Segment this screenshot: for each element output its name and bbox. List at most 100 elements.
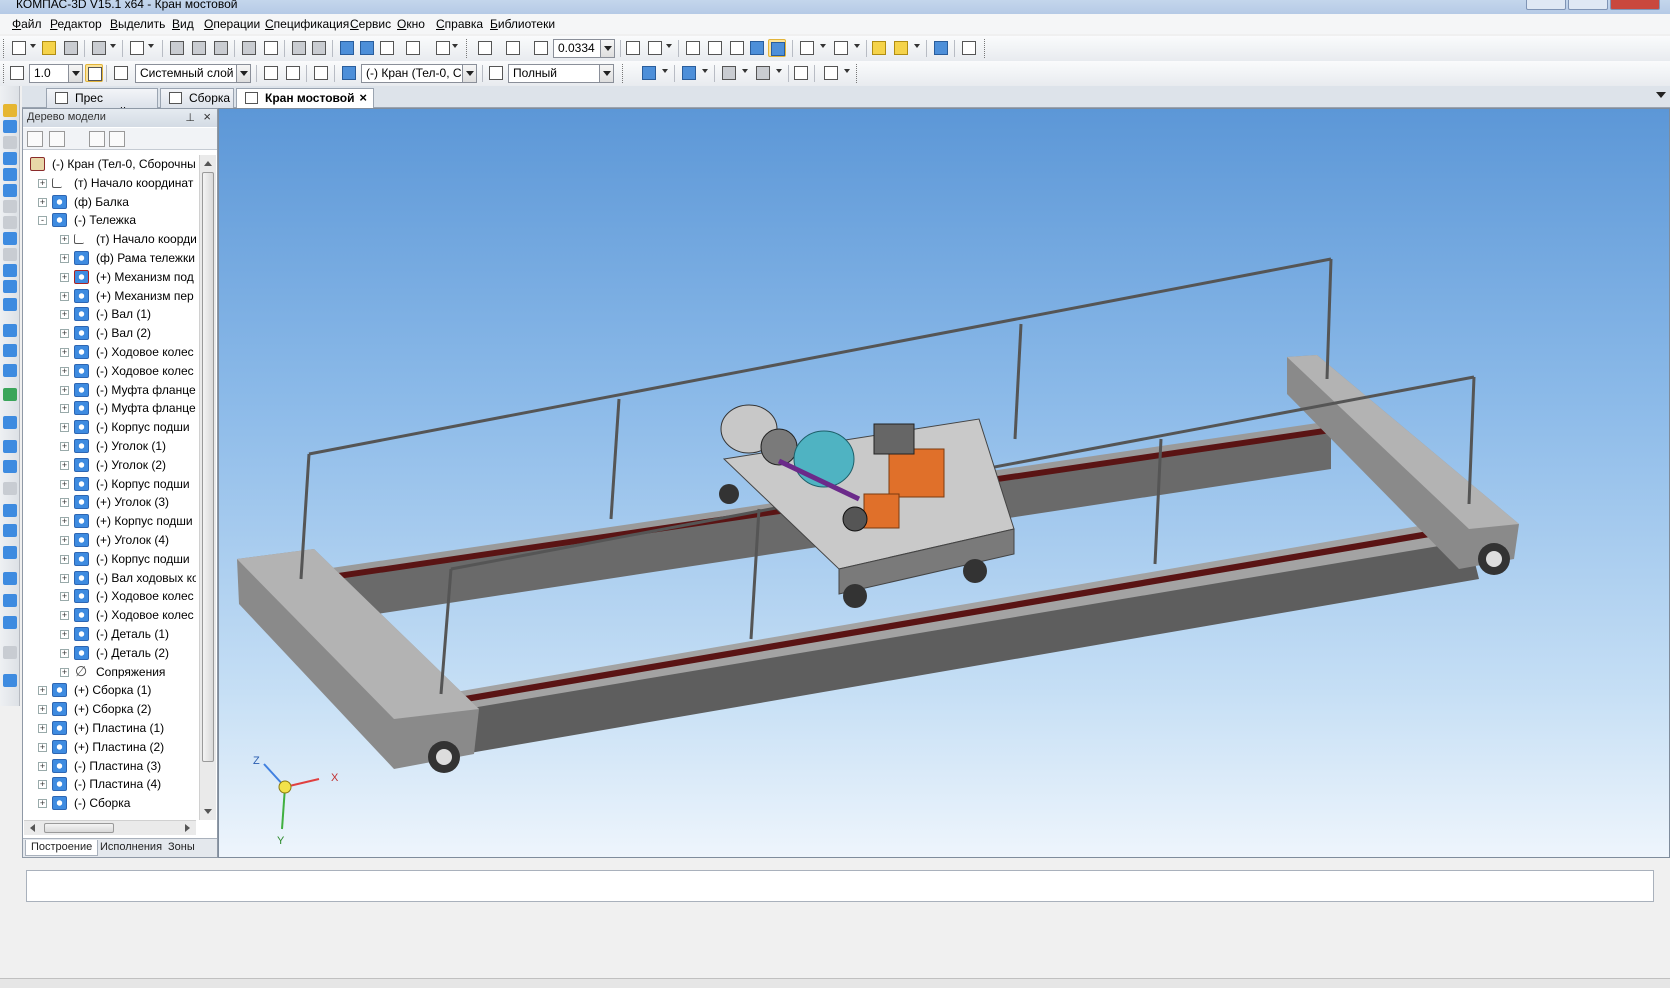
- sheet-icon[interactable]: [3, 364, 17, 377]
- toolbar-grip[interactable]: [3, 39, 6, 58]
- expand-icon[interactable]: +: [60, 254, 69, 263]
- tree-item[interactable]: + (-) Корпус подши: [24, 550, 196, 568]
- maximize-button[interactable]: [1568, 0, 1608, 10]
- menu-file[interactable]: Файл: [12, 17, 42, 31]
- color-dropdown-icon[interactable]: [702, 69, 708, 76]
- expand-icon[interactable]: +: [60, 272, 69, 282]
- tree-item[interactable]: + (-) Муфта фланце: [24, 381, 196, 399]
- snap-icon[interactable]: [85, 64, 103, 82]
- function-fx-icon[interactable]: [378, 39, 396, 57]
- tree-item[interactable]: + (-) Деталь (2): [24, 644, 196, 662]
- chamfer-icon[interactable]: [3, 546, 17, 559]
- lock-icon[interactable]: [3, 646, 17, 659]
- menu-service[interactable]: Сервис: [350, 17, 391, 31]
- hidden-lines-icon[interactable]: [706, 39, 724, 57]
- save-icon[interactable]: [62, 39, 80, 57]
- expand-icon[interactable]: +: [38, 724, 47, 733]
- 3d-viewport[interactable]: X Z Y: [218, 108, 1670, 858]
- undo-icon[interactable]: [290, 39, 308, 57]
- cable-icon[interactable]: [3, 440, 17, 453]
- mass-properties-icon[interactable]: [720, 64, 738, 82]
- sketch-icon[interactable]: [3, 324, 17, 337]
- tree-item[interactable]: + (-) Пластина (4): [24, 775, 196, 793]
- perspective-icon[interactable]: [892, 39, 910, 57]
- edit-assembly-icon[interactable]: [3, 104, 17, 117]
- expand-icon[interactable]: +: [60, 385, 69, 395]
- expand-icon[interactable]: +: [60, 310, 69, 320]
- halftone-edges-icon[interactable]: [768, 39, 786, 57]
- menu-edit[interactable]: Редактор: [50, 17, 102, 31]
- expand-icon[interactable]: +: [60, 479, 69, 489]
- expand-icon[interactable]: +: [60, 667, 69, 677]
- print-dropdown-icon[interactable]: [110, 44, 116, 51]
- scroll-down-icon[interactable]: [204, 809, 212, 818]
- zoom-scale-icon[interactable]: [532, 39, 550, 57]
- minimize-button[interactable]: [1526, 0, 1566, 10]
- view-mode-icon[interactable]: [487, 64, 505, 82]
- zoom-all-icon[interactable]: [476, 39, 494, 57]
- annotation-dropdown-icon[interactable]: [844, 69, 850, 76]
- tree-tool-icon[interactable]: [3, 280, 17, 293]
- scroll-right-icon[interactable]: [185, 824, 194, 832]
- new-dropdown-icon[interactable]: [30, 44, 36, 51]
- coordinate-system-icon[interactable]: [262, 64, 280, 82]
- view-mode-combo[interactable]: Полный: [508, 64, 614, 83]
- material-dropdown-icon[interactable]: [662, 69, 668, 76]
- format-brush-icon[interactable]: [240, 39, 258, 57]
- tree-item[interactable]: + (-) Вал ходовых ко: [24, 569, 196, 587]
- tree-item[interactable]: + (-) Ходовое колес: [24, 362, 196, 380]
- rib-icon[interactable]: [3, 594, 17, 607]
- preview-dropdown-icon[interactable]: [148, 44, 154, 51]
- expand-icon[interactable]: +: [60, 592, 69, 602]
- menu-window[interactable]: Окно: [397, 17, 425, 31]
- hscroll-thumb[interactable]: [44, 823, 114, 833]
- rotate-tool-icon[interactable]: [3, 298, 17, 311]
- tree-item[interactable]: + (-) Пластина (3): [24, 757, 196, 775]
- properties-icon[interactable]: [262, 39, 280, 57]
- view-mode-dropdown-icon[interactable]: [599, 65, 613, 82]
- orientation-cs-icon[interactable]: [312, 64, 330, 82]
- analysis-icon[interactable]: [3, 388, 17, 401]
- zoom-window-icon[interactable]: [504, 39, 522, 57]
- tree-item[interactable]: + (-) Муфта фланце: [24, 399, 196, 417]
- expand-icon[interactable]: +: [60, 291, 69, 301]
- tree-item[interactable]: (-) Кран (Тел-0, Сборочны: [24, 155, 196, 173]
- expand-icon[interactable]: +: [60, 348, 69, 357]
- color-icon[interactable]: [680, 64, 698, 82]
- tree-item[interactable]: + (-) Деталь (1): [24, 625, 196, 643]
- expand-icon[interactable]: +: [60, 630, 69, 639]
- insert-dropdown-icon[interactable]: [776, 69, 782, 76]
- tree-item[interactable]: + (+) Уголок (4): [24, 531, 196, 549]
- new-document-icon[interactable]: [10, 39, 28, 57]
- annotation-icon[interactable]: [822, 64, 840, 82]
- paste-icon[interactable]: [212, 39, 230, 57]
- scroll-up-icon[interactable]: [204, 157, 212, 166]
- expand-icon[interactable]: +: [60, 235, 69, 245]
- preview-icon[interactable]: [128, 39, 146, 57]
- edit-component-icon[interactable]: [340, 64, 358, 82]
- variables-icon[interactable]: [358, 39, 376, 57]
- thin-hidden-lines-icon[interactable]: [728, 39, 746, 57]
- scroll-left-icon[interactable]: [26, 824, 35, 832]
- tree-vertical-scrollbar[interactable]: [199, 155, 216, 820]
- array-icon[interactable]: [3, 168, 17, 181]
- spline-icon[interactable]: [3, 136, 17, 149]
- tab-zones[interactable]: Зоны: [163, 840, 200, 856]
- filter-surface-icon[interactable]: [3, 460, 17, 473]
- tree-item[interactable]: + (-) Вал (2): [24, 324, 196, 342]
- menu-specification[interactable]: Спецификация: [265, 17, 349, 31]
- part-dropdown-icon[interactable]: [462, 65, 476, 82]
- tab-pres-vintovoy[interactable]: Прес винтовой: [46, 88, 158, 119]
- part-combo[interactable]: (-) Кран (Тел-0, Сбо: [361, 64, 477, 83]
- pipe-icon[interactable]: [3, 416, 17, 429]
- cut-icon[interactable]: [168, 39, 186, 57]
- menu-libraries[interactable]: Библиотеки: [490, 17, 555, 31]
- expand-icon[interactable]: +: [38, 742, 47, 752]
- expand-icon[interactable]: +: [60, 517, 69, 527]
- expand-icon[interactable]: +: [60, 498, 69, 508]
- menu-help[interactable]: Справка: [436, 17, 483, 31]
- halftone-icon[interactable]: [748, 39, 766, 57]
- tab-construction[interactable]: Построение: [25, 840, 99, 856]
- local-cs-icon[interactable]: [284, 64, 302, 82]
- settings-tool-icon[interactable]: [3, 674, 17, 687]
